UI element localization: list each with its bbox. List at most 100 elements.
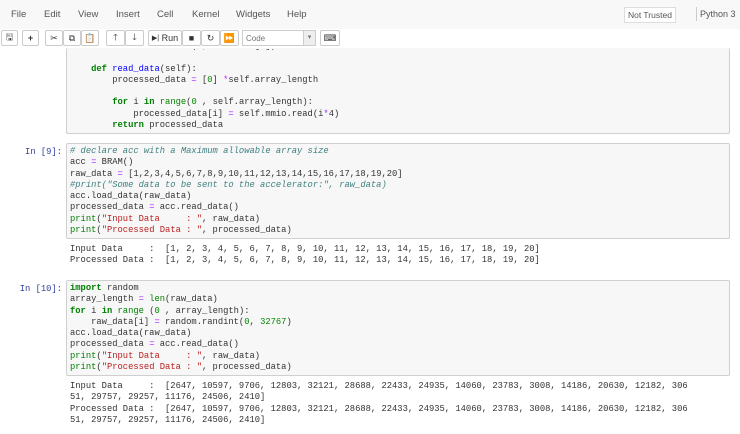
code-token: in [101, 305, 113, 316]
move-down-button[interactable]: 🡓 [125, 30, 144, 46]
code-token: array_length [70, 294, 139, 305]
code-editor[interactable]: import random array_length = len(raw_data… [70, 283, 292, 373]
toolbar: 🖫 + ✂ ⧉ 📋 🡑 🡓 ▶| Run ■ ↻ ⏩ ⌨ [0, 29, 740, 48]
menu-kernel[interactable]: Kernel [192, 9, 219, 20]
code-token: return [112, 120, 144, 131]
menu-edit[interactable]: Edit [44, 9, 60, 20]
run-label: Run [161, 33, 179, 43]
trust-indicator[interactable]: Not Trusted [624, 7, 676, 23]
menu-insert[interactable]: Insert [116, 9, 140, 20]
code-token: print [70, 362, 97, 373]
code-token: 32767 [260, 316, 287, 327]
code-line: #print("Some data to be sent to the acce… [70, 180, 403, 191]
code-token: [1,2,3,4,5,6,7,8,9,10,11,12,13,14,15,16,… [122, 168, 403, 179]
menu-help[interactable]: Help [287, 9, 307, 20]
code-token: range [159, 97, 187, 108]
code-line: processed_data = acc.read_data() [70, 339, 292, 350]
menu-cell[interactable]: Cell [157, 9, 173, 20]
code-token: , array_length): [159, 305, 250, 316]
code-token: print [70, 225, 97, 236]
output-line: 51, 29757, 29257, 11176, 24506, 2410] [70, 414, 266, 425]
code-token: processed_data [143, 120, 224, 131]
arrow-down-icon: 🡓 [132, 32, 137, 42]
copy-button[interactable]: ⧉ [63, 30, 81, 46]
cell-type-value: Code [246, 34, 266, 43]
code-line: acc.load_data(raw_data) [70, 191, 403, 202]
code-token: , processed_data) [202, 225, 292, 236]
stop-icon: ■ [188, 33, 195, 43]
code-token: , self.array_length): [196, 97, 313, 108]
move-up-button[interactable]: 🡑 [106, 30, 125, 46]
code-token: random [101, 283, 139, 293]
keyboard-icon: ⌨ [323, 32, 337, 43]
output-line: Input Data : [2647, 10597, 9706, 12803, … [70, 381, 688, 391]
paste-icon: 📋 [84, 32, 96, 43]
code-token: acc [70, 157, 92, 168]
code-token: acc.read_data() [154, 339, 239, 350]
run-icon: ▶| [151, 35, 160, 42]
menu-widgets[interactable]: Widgets [236, 9, 270, 20]
cell-type-select[interactable]: Code ▾ [242, 30, 316, 46]
code-token: def [91, 63, 107, 74]
code-editor[interactable]: # declare acc with a Maximum allowable a… [70, 146, 403, 236]
code-line: processed_data = [0] *self.array_length [70, 75, 339, 86]
menu-file[interactable]: File [11, 9, 26, 20]
code-line: processed_data = acc.read_data() [70, 202, 403, 213]
insert-cell-button[interactable]: + [22, 30, 39, 46]
code-token: processed_data [70, 74, 192, 85]
code-token: , raw_data) [202, 350, 261, 361]
code-line: # declare acc with a Maximum allowable a… [70, 146, 403, 157]
restart-icon: ↻ [206, 32, 215, 43]
interrupt-button[interactable]: ■ [182, 30, 201, 46]
code-token: (raw_data) [165, 294, 218, 305]
save-icon: 🖫 [5, 32, 14, 42]
run-button[interactable]: ▶| Run [148, 30, 182, 46]
kernel-indicator[interactable]: Python 3 [696, 7, 739, 21]
cell-output: Input Data : [1, 2, 3, 4, 5, 6, 7, 8, 9,… [70, 244, 540, 267]
input-prompt: In [9]: [25, 147, 62, 157]
restart-button[interactable]: ↻ [201, 30, 220, 46]
cut-button[interactable]: ✂ [45, 30, 63, 46]
restart-run-all-button[interactable]: ⏩ [220, 30, 239, 46]
code-token: print [70, 213, 97, 224]
code-token: "Processed Data : " [101, 362, 202, 373]
fast-forward-icon: ⏩ [223, 32, 236, 43]
code-line: return processed_data [70, 120, 339, 131]
code-line: import random [70, 283, 292, 294]
code-line: array_length = len(raw_data) [70, 294, 292, 305]
code-token: random.randint( [159, 316, 245, 327]
input-prompt: In [10]: [19, 284, 62, 294]
code-token: , processed_data) [202, 362, 292, 373]
arrow-up-icon: 🡑 [113, 32, 118, 42]
copy-icon: ⧉ [68, 32, 76, 43]
code-token: processed_data [70, 339, 150, 350]
menu-view[interactable]: View [78, 9, 98, 20]
cut-icon: ✂ [50, 32, 58, 43]
code-token: len [149, 294, 166, 305]
code-token: ] [212, 74, 224, 85]
code-token: for [112, 97, 129, 108]
code-token: raw_data [70, 168, 118, 179]
code-line: raw_data[i] = random.randint(0, 32767) [70, 317, 292, 328]
code-token: [ [196, 74, 208, 85]
code-token: ) [333, 108, 340, 119]
code-line: print("Processed Data : ", processed_dat… [70, 362, 292, 373]
chevron-down-icon: ▾ [303, 31, 315, 45]
code-token: ( [143, 305, 155, 316]
code-token: , raw_data) [202, 213, 261, 224]
code-token: # declare acc with a Maximum allowable a… [70, 146, 329, 156]
code-token: , [249, 316, 261, 327]
code-token: processed_data [70, 202, 150, 213]
code-token: "Input Data : " [101, 213, 202, 224]
code-token: i [128, 97, 144, 108]
paste-button[interactable]: 📋 [81, 30, 99, 46]
code-editor[interactable]: self.mmio.write(0, raw_data[i]) def read… [70, 49, 340, 131]
command-palette-button[interactable]: ⌨ [320, 30, 340, 46]
save-button[interactable]: 🖫 [1, 30, 18, 46]
code-line: for i in range(0 , self.array_length): [70, 97, 339, 108]
code-token: i [85, 305, 102, 316]
code-token: range [117, 305, 144, 316]
